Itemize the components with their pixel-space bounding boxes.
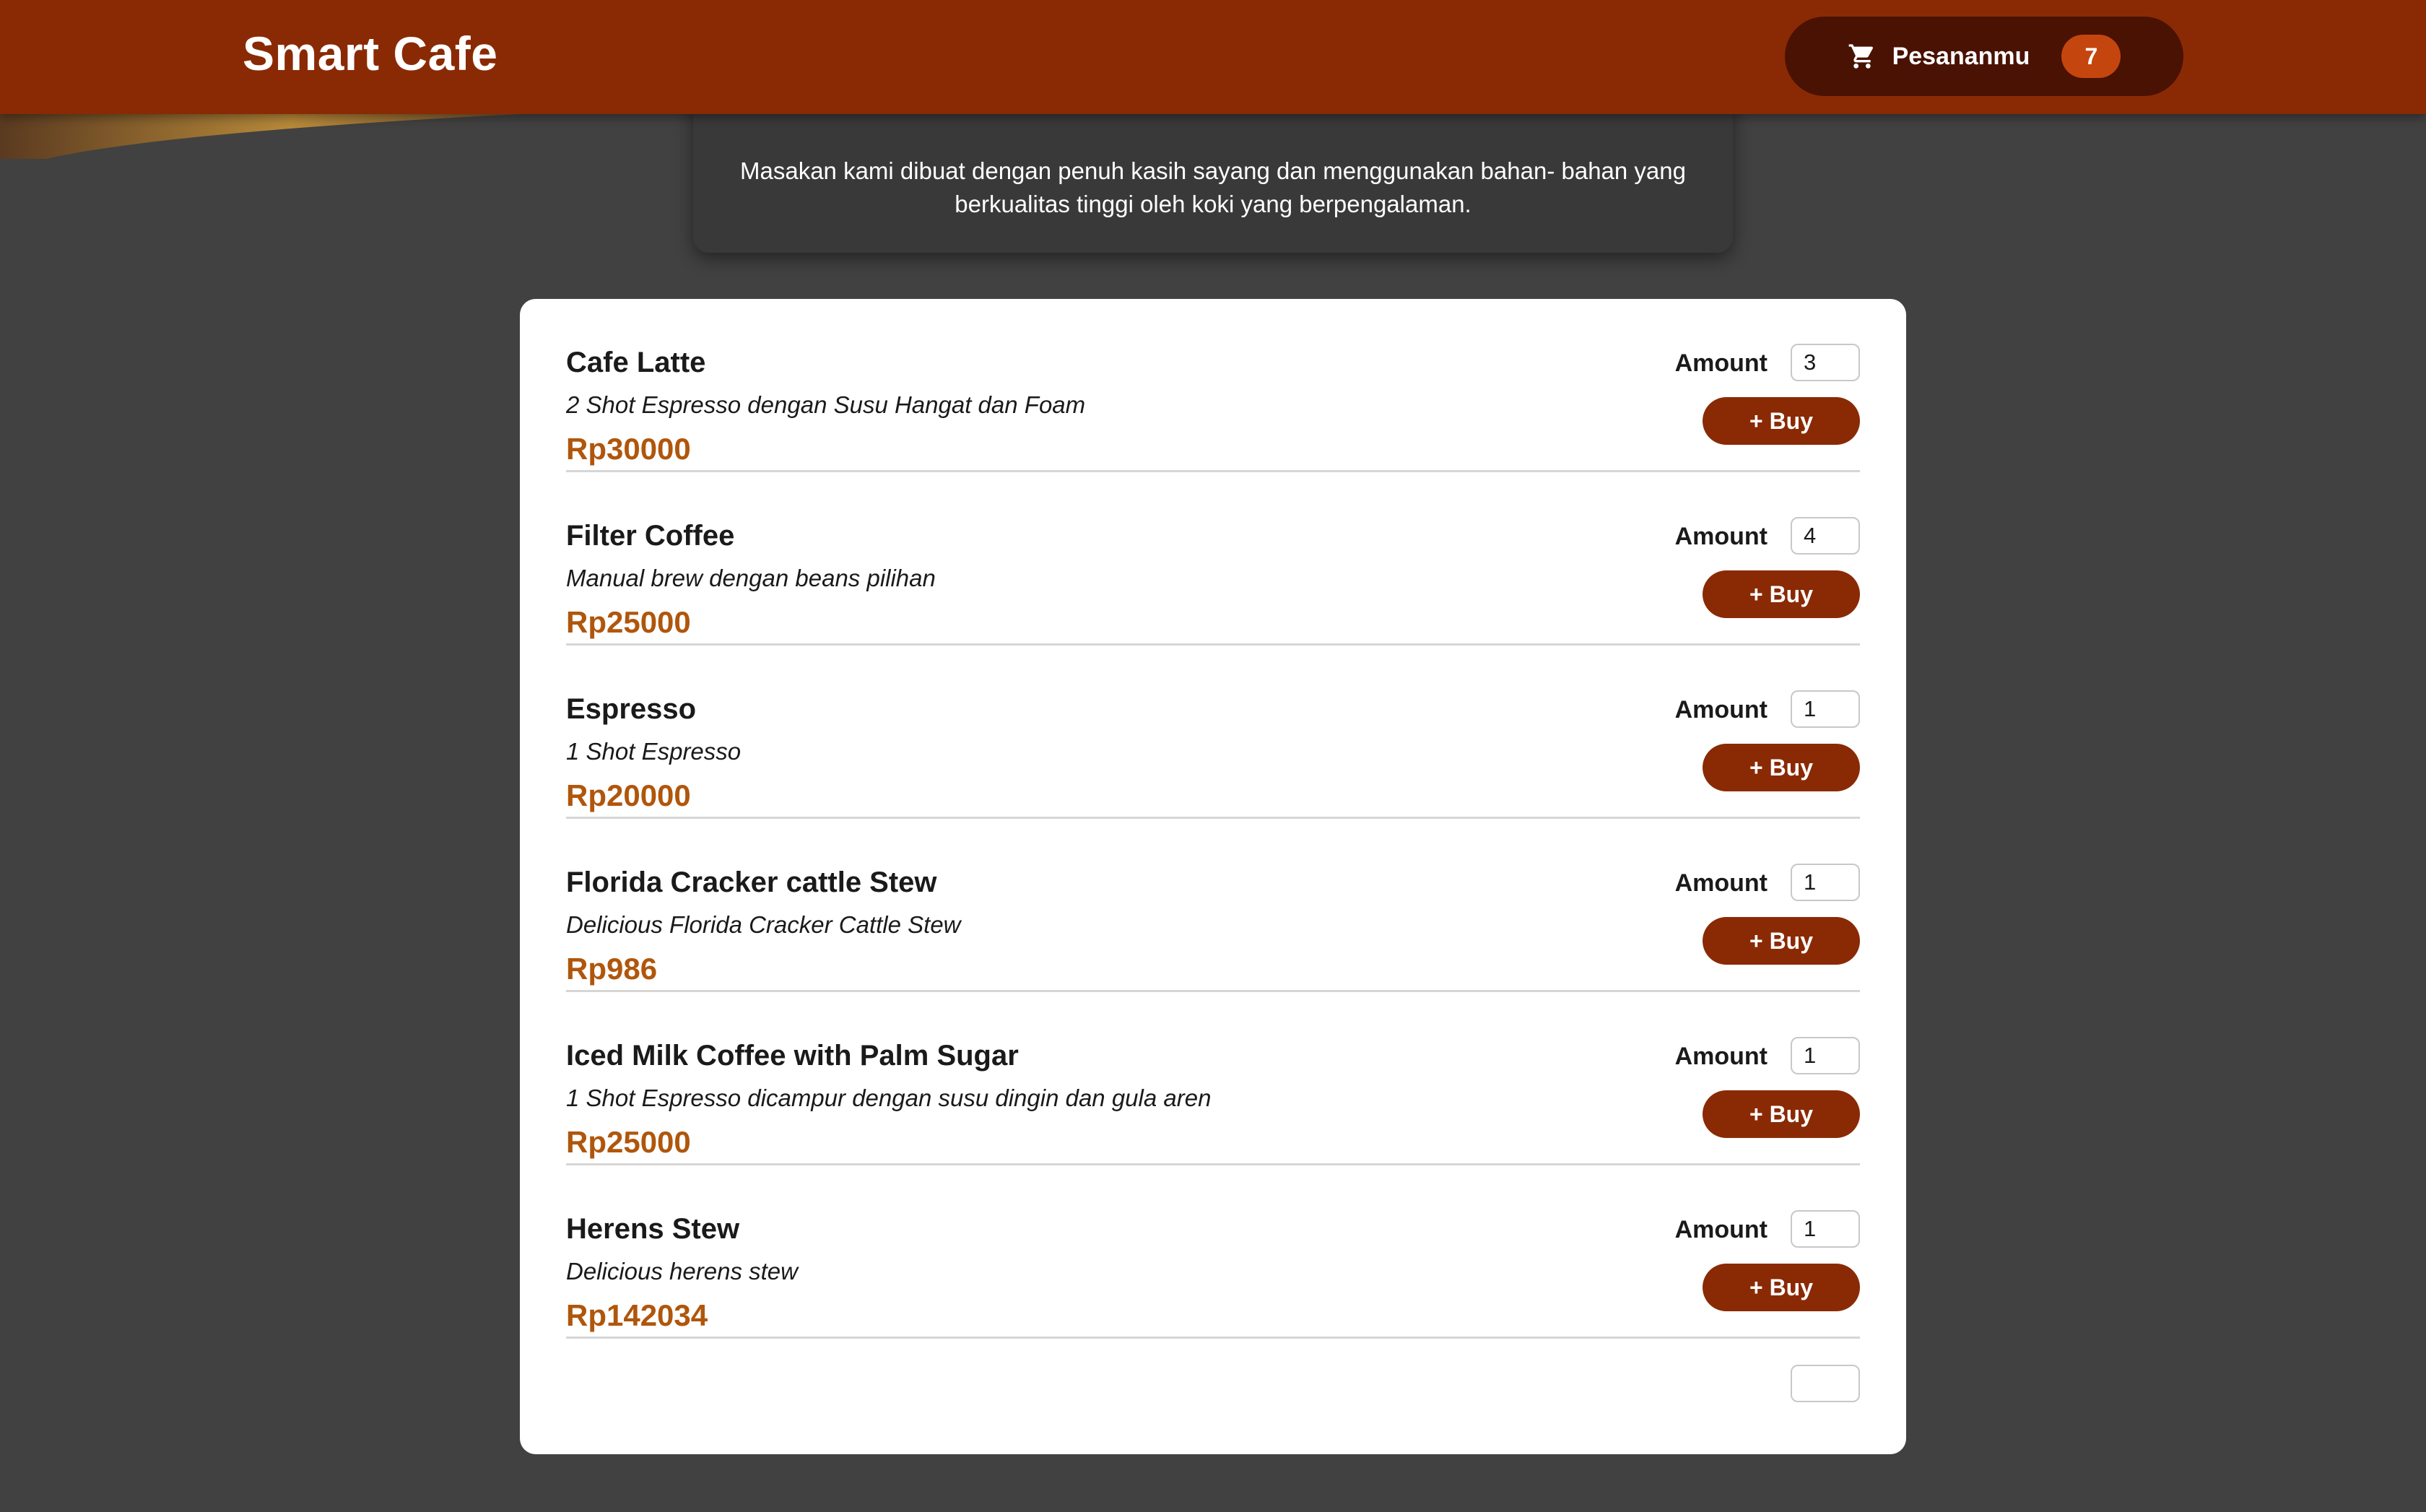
menu-item-price: Rp25000: [566, 1125, 691, 1159]
shopping-cart-icon: [1848, 44, 1873, 69]
amount-label: Amount: [1674, 869, 1768, 897]
menu-item-price: Rp25000: [566, 605, 691, 639]
menu-item-name: Herens Stew: [566, 1213, 740, 1245]
menu-item-description: 2 Shot Espresso dengan Susu Hangat dan F…: [566, 391, 1086, 418]
amount-label: Amount: [1674, 1216, 1768, 1243]
menu-item-name: Florida Cracker cattle Stew: [566, 866, 937, 898]
amount-input[interactable]: [1791, 517, 1860, 555]
menu-item-description: Manual brew dengan beans pilihan: [566, 565, 936, 591]
amount-input[interactable]: [1791, 1210, 1860, 1248]
menu-item-description: Delicious Florida Cracker Cattle Stew: [566, 911, 961, 938]
amount-label: Amount: [1674, 696, 1768, 724]
menu-item-price: Rp986: [566, 952, 658, 986]
menu-item: Cafe Latte 2 Shot Espresso dengan Susu H…: [566, 299, 1860, 472]
menu-list: Cafe Latte 2 Shot Espresso dengan Susu H…: [520, 299, 1906, 1454]
about-text: Masakan kami dibuat dengan penuh kasih s…: [740, 157, 1686, 217]
amount-label: Amount: [1674, 349, 1768, 377]
menu-item-price: Rp30000: [566, 432, 691, 466]
amount-label: Amount: [1674, 1043, 1768, 1070]
amount-input[interactable]: [1791, 1365, 1860, 1402]
menu-item: Espresso 1 Shot Espresso Rp20000 Amount …: [566, 646, 1860, 819]
buy-button[interactable]: + Buy: [1703, 917, 1860, 965]
brand-title[interactable]: Smart Cafe: [243, 26, 497, 81]
menu-item: Florida Cracker cattle Stew Delicious Fl…: [566, 819, 1860, 992]
cart-count-badge: 7: [2061, 35, 2121, 78]
menu-item: Herens Stew Delicious herens stew Rp1420…: [566, 1165, 1860, 1339]
buy-button[interactable]: + Buy: [1703, 397, 1860, 445]
menu-item-price: Rp142034: [566, 1298, 708, 1332]
menu-item-partial: [566, 1339, 1860, 1512]
cart-label: Pesananmu: [1892, 42, 2030, 70]
menu-item-description: 1 Shot Espresso: [566, 738, 742, 765]
buy-button[interactable]: + Buy: [1703, 744, 1860, 791]
cart-button[interactable]: Pesananmu 7: [1785, 17, 2183, 96]
menu-item: Filter Coffee Manual brew dengan beans p…: [566, 472, 1860, 646]
menu-item-description: 1 Shot Espresso dicampur dengan susu din…: [566, 1085, 1212, 1111]
amount-input[interactable]: [1791, 864, 1860, 901]
about-card: Masakan kami dibuat dengan penuh kasih s…: [693, 94, 1733, 253]
menu-item-description: Delicious herens stew: [566, 1258, 798, 1285]
navbar: Smart Cafe Pesananmu 7: [0, 0, 2426, 114]
amount-label: Amount: [1674, 523, 1768, 550]
menu-item-name: Iced Milk Coffee with Palm Sugar: [566, 1040, 1019, 1072]
amount-input[interactable]: [1791, 690, 1860, 728]
amount-input[interactable]: [1791, 344, 1860, 381]
amount-input[interactable]: [1791, 1037, 1860, 1074]
buy-button[interactable]: + Buy: [1703, 1264, 1860, 1311]
menu-item: Iced Milk Coffee with Palm Sugar 1 Shot …: [566, 992, 1860, 1165]
menu-item-price: Rp20000: [566, 778, 691, 812]
buy-button[interactable]: + Buy: [1703, 570, 1860, 618]
buy-button[interactable]: + Buy: [1703, 1090, 1860, 1138]
menu-item-name: Espresso: [566, 693, 697, 725]
menu-item-name: Cafe Latte: [566, 347, 706, 378]
menu-item-name: Filter Coffee: [566, 520, 735, 552]
